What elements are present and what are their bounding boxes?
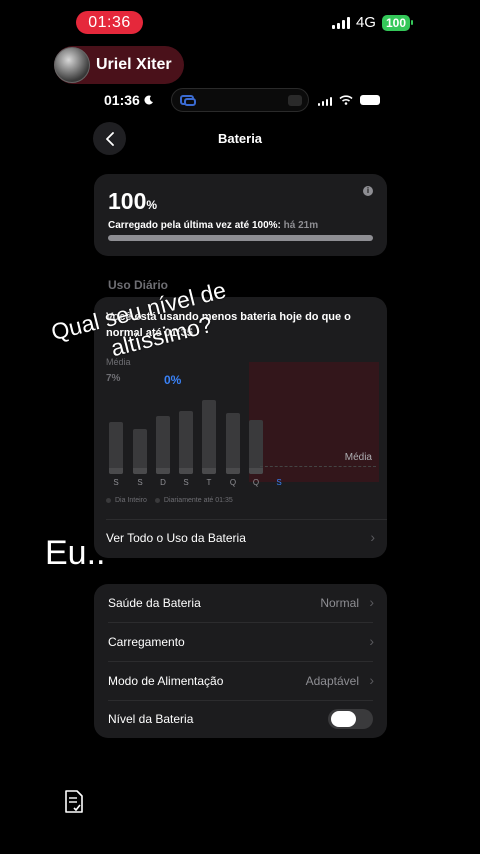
usage-chart[interactable]: Média	[106, 397, 376, 479]
network-type: 4G	[355, 14, 376, 31]
day-label: S	[183, 478, 189, 487]
row-value: Adaptável	[305, 674, 359, 688]
battery-level-bar	[108, 235, 373, 241]
average-line	[260, 466, 376, 467]
chart-legend: Dia Inteiro Diariamente até 01:35	[106, 497, 233, 504]
divider	[106, 519, 387, 520]
wifi-icon	[339, 95, 353, 105]
day-label: T	[206, 478, 212, 487]
outer-status-time: 01:36	[76, 11, 143, 34]
avatar	[54, 47, 90, 83]
legend-dot-icon	[106, 498, 111, 503]
row-battery-level: Nível da Bateria	[94, 700, 387, 739]
battery-badge: 100	[381, 14, 414, 31]
usage-bar	[179, 411, 193, 474]
usage-bar	[133, 429, 147, 474]
day-label: Q	[229, 478, 237, 487]
chevron-right-icon: ›	[369, 594, 374, 610]
row-label: Nível da Bateria	[108, 712, 194, 726]
usage-bar	[156, 416, 170, 474]
battery-summary-card: 100% i Carregado pela última vez até 100…	[94, 174, 387, 256]
chart-value-left: 7%	[106, 373, 121, 384]
day-label: Q	[252, 478, 260, 487]
profile-pill[interactable]: Uriel Xiter	[54, 46, 184, 84]
caption-answer: Eu..	[45, 534, 106, 572]
document-check-icon[interactable]	[63, 789, 85, 815]
island-indicator-icon	[288, 95, 302, 106]
row-power-mode[interactable]: Modo de Alimentação Adaptável ›	[94, 662, 387, 701]
moon-icon	[144, 95, 153, 105]
battery-level-toggle[interactable]	[328, 709, 373, 729]
legend-dot-icon	[154, 498, 160, 503]
inner-battery-icon	[360, 95, 380, 105]
battery-percent: 100%	[108, 188, 158, 214]
view-all-usage-link[interactable]: Ver Todo o Uso da Bateria	[106, 531, 246, 545]
chart-value-right: 0%	[164, 373, 182, 387]
page-title: Bateria	[217, 131, 263, 146]
info-icon[interactable]: i	[363, 186, 373, 196]
last-charged-text: Carregado pela última vez até 100%: há 2…	[108, 220, 319, 231]
day-label-today: S	[276, 478, 282, 487]
row-value: Normal	[320, 596, 359, 610]
average-label: Média	[344, 452, 372, 463]
outer-status-right: 4G 100	[331, 14, 414, 31]
day-labels: S S D S T Q Q S	[106, 478, 306, 490]
row-label: Saúde da Bateria	[108, 596, 201, 610]
day-label: S	[137, 478, 143, 487]
inner-status-right	[318, 94, 380, 106]
day-label: D	[160, 478, 166, 487]
dynamic-island[interactable]	[171, 88, 309, 112]
chevron-right-icon: ›	[369, 633, 374, 649]
cellular-signal-icon	[331, 16, 350, 29]
usage-bar	[109, 422, 123, 474]
inner-signal-icon	[318, 94, 332, 106]
usage-bar	[202, 400, 216, 474]
day-label: S	[113, 478, 119, 487]
row-charging[interactable]: Carregamento ›	[94, 623, 387, 662]
usage-bar	[226, 413, 240, 474]
profile-name: Uriel Xiter	[96, 56, 172, 73]
battery-settings-card: Saúde da Bateria Normal › Carregamento ›…	[94, 584, 387, 738]
inner-status-time: 01:36	[104, 92, 154, 108]
row-label: Carregamento	[108, 635, 185, 649]
chevron-right-icon: ›	[369, 672, 374, 688]
row-label: Modo de Alimentação	[108, 674, 224, 688]
row-battery-health[interactable]: Saúde da Bateria Normal ›	[94, 584, 387, 623]
chevron-right-icon: ›	[370, 529, 375, 545]
